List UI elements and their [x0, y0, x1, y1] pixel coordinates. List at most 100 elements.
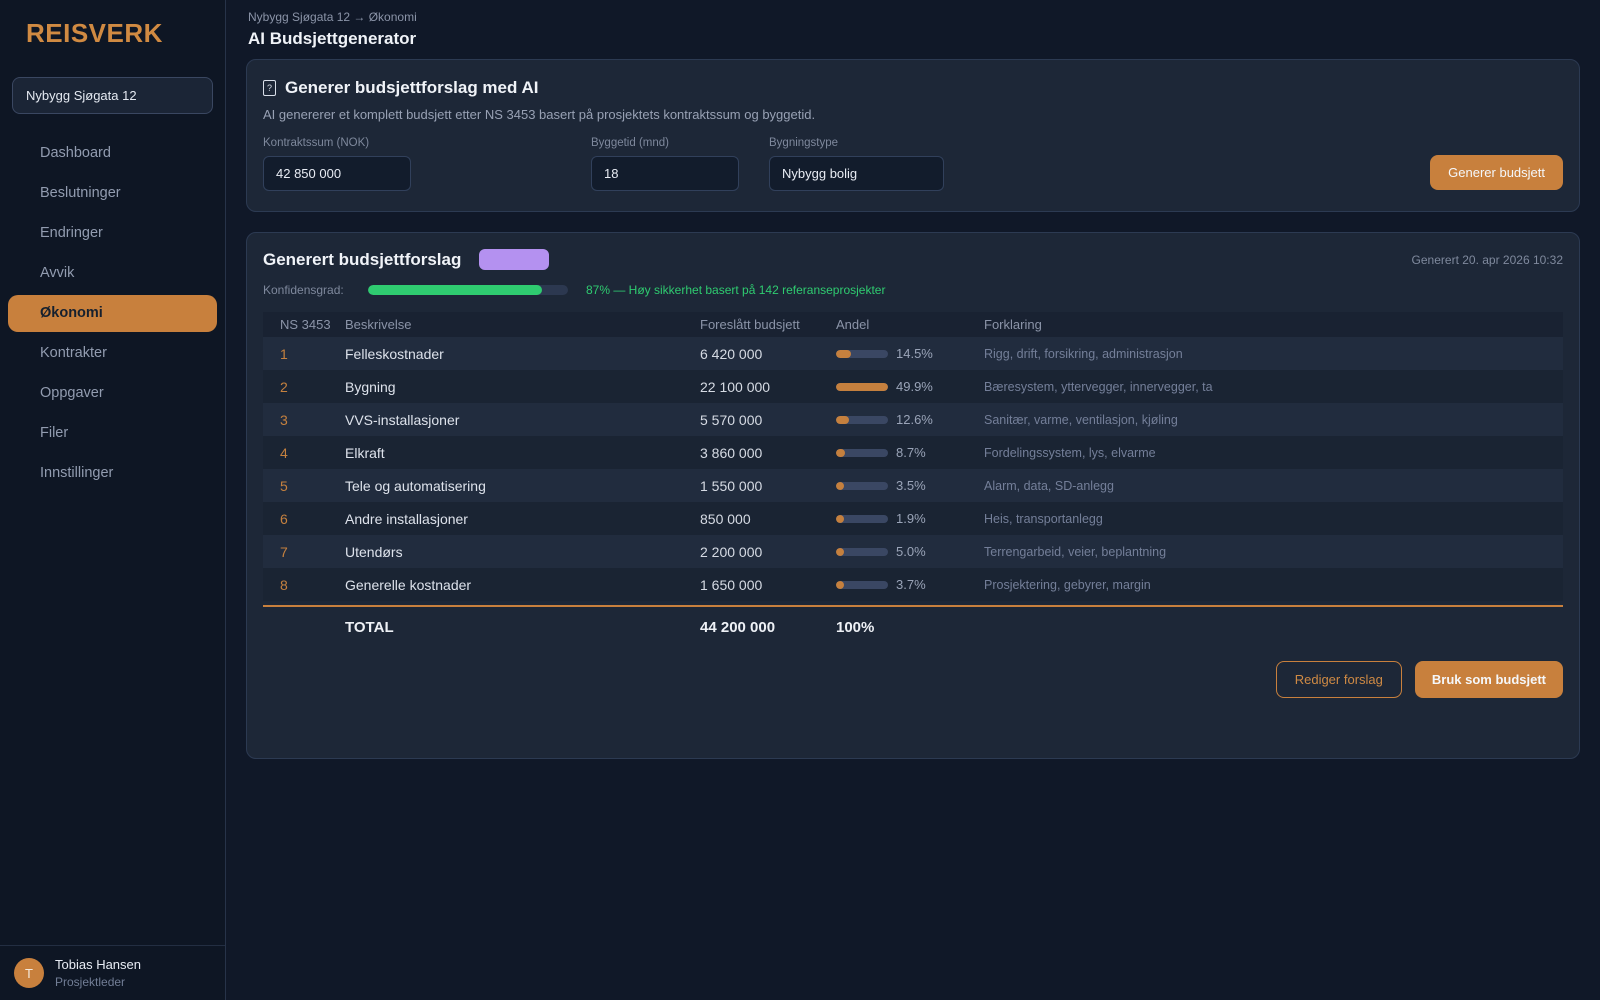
row-code: 2: [263, 379, 345, 395]
generator-subtitle: AI genererer et komplett budsjett etter …: [263, 107, 1563, 122]
row-budget: 1 650 000: [700, 577, 836, 593]
edit-proposal-button[interactable]: Rediger forslag: [1276, 661, 1402, 698]
confidence-label: Konfidensgrad:: [263, 283, 368, 297]
sidebar-item-label: Filer: [40, 425, 68, 441]
row-share-bar-fill: [836, 383, 888, 391]
row-share-bar: [836, 416, 888, 424]
row-code: 8: [263, 577, 345, 593]
row-share-bar-fill: [836, 515, 844, 523]
generator-title-row: ? Generer budsjettforslag med AI: [263, 78, 1563, 98]
col-header-note: Forklaring: [984, 317, 1563, 332]
table-row: 5 Tele og automatisering 1 550 000 3.5% …: [263, 469, 1563, 502]
budget-table-header: NS 3453 Beskrivelse Foreslått budsjett A…: [263, 312, 1563, 337]
row-share-bar-fill: [836, 581, 844, 589]
row-share-label: 8.7%: [896, 445, 926, 460]
row-share-bar: [836, 515, 888, 523]
build-time-label: Byggetid (mnd): [591, 137, 739, 149]
row-code: 7: [263, 544, 345, 560]
sidebar-item-avvik[interactable]: Avvik: [0, 255, 225, 292]
generated-timestamp: Generert 20. apr 2026 10:32: [1412, 253, 1563, 267]
contract-sum-field: Kontraktssum (NOK): [263, 137, 411, 191]
row-share-label: 14.5%: [896, 346, 933, 361]
sidebar-item-label: Avvik: [40, 265, 74, 281]
row-code: 6: [263, 511, 345, 527]
row-description: Tele og automatisering: [345, 478, 700, 494]
row-share-bar-fill: [836, 482, 844, 490]
building-type-label: Bygningstype: [769, 137, 944, 149]
sidebar-item-beslutninger[interactable]: Beslutninger: [0, 175, 225, 212]
sidebar-item-kontrakter[interactable]: Kontrakter: [0, 335, 225, 372]
row-share-label: 5.0%: [896, 544, 926, 559]
sidebar-item-label: Kontrakter: [40, 345, 107, 361]
row-note: Terrengarbeid, veier, beplantning: [984, 545, 1563, 559]
total-share: 100%: [836, 619, 984, 636]
row-share-bar-fill: [836, 548, 844, 556]
sidebar-item-oppgaver[interactable]: Oppgaver: [0, 375, 225, 412]
table-row: 4 Elkraft 3 860 000 8.7% Fordelingssyste…: [263, 436, 1563, 469]
confidence-text: 87% — Høy sikkerhet basert på 142 refera…: [586, 283, 885, 297]
content: ? Generer budsjettforslag med AI AI gene…: [226, 49, 1600, 759]
app-logo: REISVERK: [0, 0, 225, 65]
row-note: Sanitær, varme, ventilasjon, kjøling: [984, 413, 1563, 427]
row-share-bar: [836, 548, 888, 556]
apply-budget-button[interactable]: Bruk som budsjett: [1415, 661, 1563, 698]
generator-card: ? Generer budsjettforslag med AI AI gene…: [246, 59, 1580, 212]
sidebar-item-endringer[interactable]: Endringer: [0, 215, 225, 252]
row-share: 14.5%: [836, 346, 984, 361]
row-share-label: 12.6%: [896, 412, 933, 427]
row-share: 3.7%: [836, 577, 984, 592]
row-budget: 5 570 000: [700, 412, 836, 428]
row-note: Heis, transportanlegg: [984, 512, 1563, 526]
table-row: 3 VVS-installasjoner 5 570 000 12.6% San…: [263, 403, 1563, 436]
row-share-bar-fill: [836, 449, 845, 457]
sidebar-item-filer[interactable]: Filer: [0, 415, 225, 452]
row-share: 49.9%: [836, 379, 984, 394]
confidence-bar-fill: [368, 285, 542, 295]
total-budget: 44 200 000: [700, 619, 836, 636]
sidebar-item-okonomi[interactable]: Økonomi: [8, 295, 217, 332]
generator-form: Kontraktssum (NOK) Byggetid (mnd) Bygnin…: [263, 137, 1563, 191]
building-type-input[interactable]: [769, 156, 944, 191]
generate-budget-button[interactable]: Generer budsjett: [1430, 155, 1563, 190]
proposal-title: Generert budsjettforslag: [263, 250, 461, 270]
budget-table-body: 1 Felleskostnader 6 420 000 14.5% Rigg, …: [263, 337, 1563, 601]
table-row: 2 Bygning 22 100 000 49.9% Bæresystem, y…: [263, 370, 1563, 403]
page-header: Nybygg Sjøgata 12 → Økonomi AI Budsjettg…: [226, 0, 1600, 49]
row-budget: 22 100 000: [700, 379, 836, 395]
project-selector[interactable]: Nybygg Sjøgata 12: [12, 77, 213, 114]
row-share: 5.0%: [836, 544, 984, 559]
user-info: Tobias Hansen Prosjektleder: [55, 957, 141, 989]
budget-table: NS 3453 Beskrivelse Foreslått budsjett A…: [263, 312, 1563, 647]
proposal-actions: Rediger forslag Bruk som budsjett: [263, 661, 1563, 698]
row-budget: 3 860 000: [700, 445, 836, 461]
proposal-card: Generert budsjettforslag Generert 20. ap…: [246, 232, 1580, 759]
build-time-input[interactable]: [591, 156, 739, 191]
sidebar-item-label: Innstillinger: [40, 465, 113, 481]
row-note: Bæresystem, yttervegger, innervegger, ta: [984, 380, 1563, 394]
row-description: Elkraft: [345, 445, 700, 461]
table-row: 6 Andre installasjoner 850 000 1.9% Heis…: [263, 502, 1563, 535]
confidence-row: Konfidensgrad: 87% — Høy sikkerhet baser…: [263, 283, 1563, 297]
row-share: 1.9%: [836, 511, 984, 526]
sidebar-item-innstillinger[interactable]: Innstillinger: [0, 455, 225, 492]
total-row: TOTAL 44 200 000 100%: [263, 605, 1563, 647]
row-description: Generelle kostnader: [345, 577, 700, 593]
row-share-bar: [836, 449, 888, 457]
row-share-label: 3.7%: [896, 577, 926, 592]
row-note: Rigg, drift, forsikring, administrasjon: [984, 347, 1563, 361]
row-share-bar: [836, 581, 888, 589]
row-budget: 1 550 000: [700, 478, 836, 494]
sidebar-item-label: Dashboard: [40, 145, 111, 161]
breadcrumb[interactable]: Nybygg Sjøgata 12 → Økonomi: [248, 10, 1578, 24]
row-share: 12.6%: [836, 412, 984, 427]
confidence-bar: [368, 285, 568, 295]
status-badge: [479, 249, 549, 270]
row-budget: 2 200 000: [700, 544, 836, 560]
user-panel[interactable]: T Tobias Hansen Prosjektleder: [0, 945, 225, 1000]
sidebar-item-dashboard[interactable]: Dashboard: [0, 135, 225, 172]
row-code: 3: [263, 412, 345, 428]
avatar: T: [14, 958, 44, 988]
contract-sum-input[interactable]: [263, 156, 411, 191]
row-description: VVS-installasjoner: [345, 412, 700, 428]
row-budget: 850 000: [700, 511, 836, 527]
